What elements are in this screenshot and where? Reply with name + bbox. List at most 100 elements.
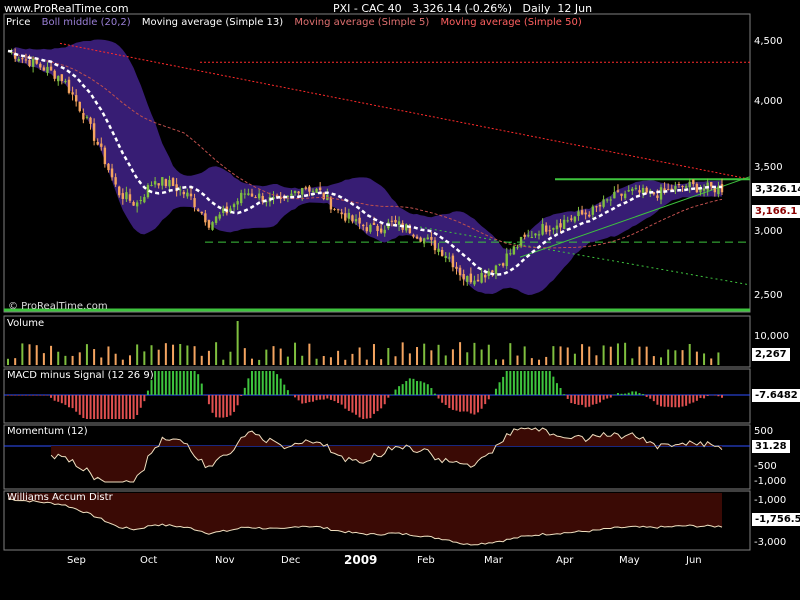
macd-bar [405, 381, 408, 395]
candle-body [491, 270, 494, 273]
macd-bar [175, 371, 178, 395]
macd-bar [692, 395, 695, 403]
macd-bar [172, 371, 175, 395]
candle-body [128, 194, 132, 201]
macd-bar [577, 395, 580, 405]
macd-bar [699, 395, 702, 398]
candle-body [211, 222, 214, 230]
volume-bar [660, 357, 663, 365]
macd-bar [663, 395, 666, 407]
macd-bar [225, 395, 228, 417]
candle-body [688, 181, 691, 188]
candle-body [390, 220, 394, 222]
volume-bar [595, 355, 598, 365]
macd-bar [168, 371, 171, 395]
williams-tick-m1000: -1,000 [754, 495, 787, 506]
macd-bar [82, 395, 85, 419]
candle-body [74, 95, 78, 102]
volume-bar [250, 358, 253, 365]
volume-bar [408, 353, 411, 365]
candle-body [200, 211, 203, 214]
macd-bar [279, 378, 282, 395]
candle-body [257, 193, 261, 199]
macd-bar [591, 395, 594, 405]
candle-body [548, 230, 551, 232]
volume-bar [222, 359, 225, 365]
x-label-dec: Dec [281, 555, 301, 566]
candle-body [189, 193, 193, 197]
macd-bar [89, 395, 92, 419]
momentum-badge: 31.28 [752, 440, 790, 453]
candle-body [476, 279, 480, 282]
volume-bar [301, 355, 304, 365]
macd-bar [50, 395, 53, 398]
candle-body [236, 201, 239, 205]
macd-bar [107, 395, 110, 419]
bollinger-band [8, 39, 722, 295]
volume-bar [164, 343, 167, 365]
macd-bar [118, 395, 121, 419]
macd-bar [372, 395, 375, 414]
candle-body [605, 199, 609, 201]
volume-bar [473, 342, 476, 365]
williams-tick-m3000: -3,000 [754, 537, 787, 548]
candle-body [157, 183, 160, 186]
macd-bar [42, 395, 45, 396]
y-tick-3500: 3,500 [754, 162, 783, 173]
candle-body [580, 210, 584, 215]
candle-body [132, 202, 135, 206]
macd-bar [412, 378, 415, 395]
candle-body [204, 213, 207, 223]
candle-body [232, 204, 236, 208]
candle-body [559, 223, 562, 228]
macd-bar [64, 395, 67, 405]
volume-bar [372, 344, 375, 365]
macd-bar [233, 395, 236, 412]
volume-bar [394, 356, 397, 365]
candle-body [42, 67, 46, 71]
legend-boll: Boll middle (20,2) [41, 17, 131, 28]
macd-bar [161, 371, 164, 395]
macd-bar [545, 371, 548, 395]
candle-body [67, 79, 71, 93]
macd-bar [459, 395, 462, 412]
header-date: 12 Jun [557, 2, 593, 15]
candle-body [570, 218, 573, 220]
macd-bar [340, 395, 343, 405]
macd-bar [613, 394, 616, 395]
candle-body [466, 276, 469, 282]
volume-bar [14, 358, 17, 365]
volume-bar [286, 356, 289, 365]
macd-bar [505, 371, 508, 395]
macd-bar [401, 384, 404, 395]
candle-body [243, 193, 247, 195]
volume-bar [552, 346, 555, 365]
candle-body [247, 193, 250, 196]
macd-bar [681, 395, 684, 407]
volume-bar [207, 350, 210, 365]
volume-bar [717, 352, 720, 365]
candle-body [193, 198, 196, 208]
macd-bar [236, 395, 239, 406]
volume-bar [351, 353, 354, 365]
macd-bar [114, 395, 117, 419]
legend-ma13: Moving average (Simple 13) [141, 17, 284, 28]
candle-body [60, 74, 64, 81]
volume-bar [516, 355, 519, 365]
macd-bar [398, 386, 401, 395]
macd-bar [46, 395, 49, 396]
candle-body [365, 227, 368, 232]
volume-bar [681, 350, 684, 365]
volume-bar [703, 353, 706, 365]
momentum-tick-m1000: -1,000 [754, 476, 787, 487]
macd-bar [67, 395, 70, 408]
macd-bar [250, 371, 253, 395]
candle-body [598, 204, 602, 207]
x-label-mar: Mar [484, 555, 503, 566]
macd-bar [498, 382, 501, 395]
macd-bar [660, 395, 663, 407]
macd-bar [337, 395, 340, 404]
volume-bar [114, 353, 117, 365]
macd-bar [85, 395, 88, 419]
macd-bar [218, 395, 221, 418]
